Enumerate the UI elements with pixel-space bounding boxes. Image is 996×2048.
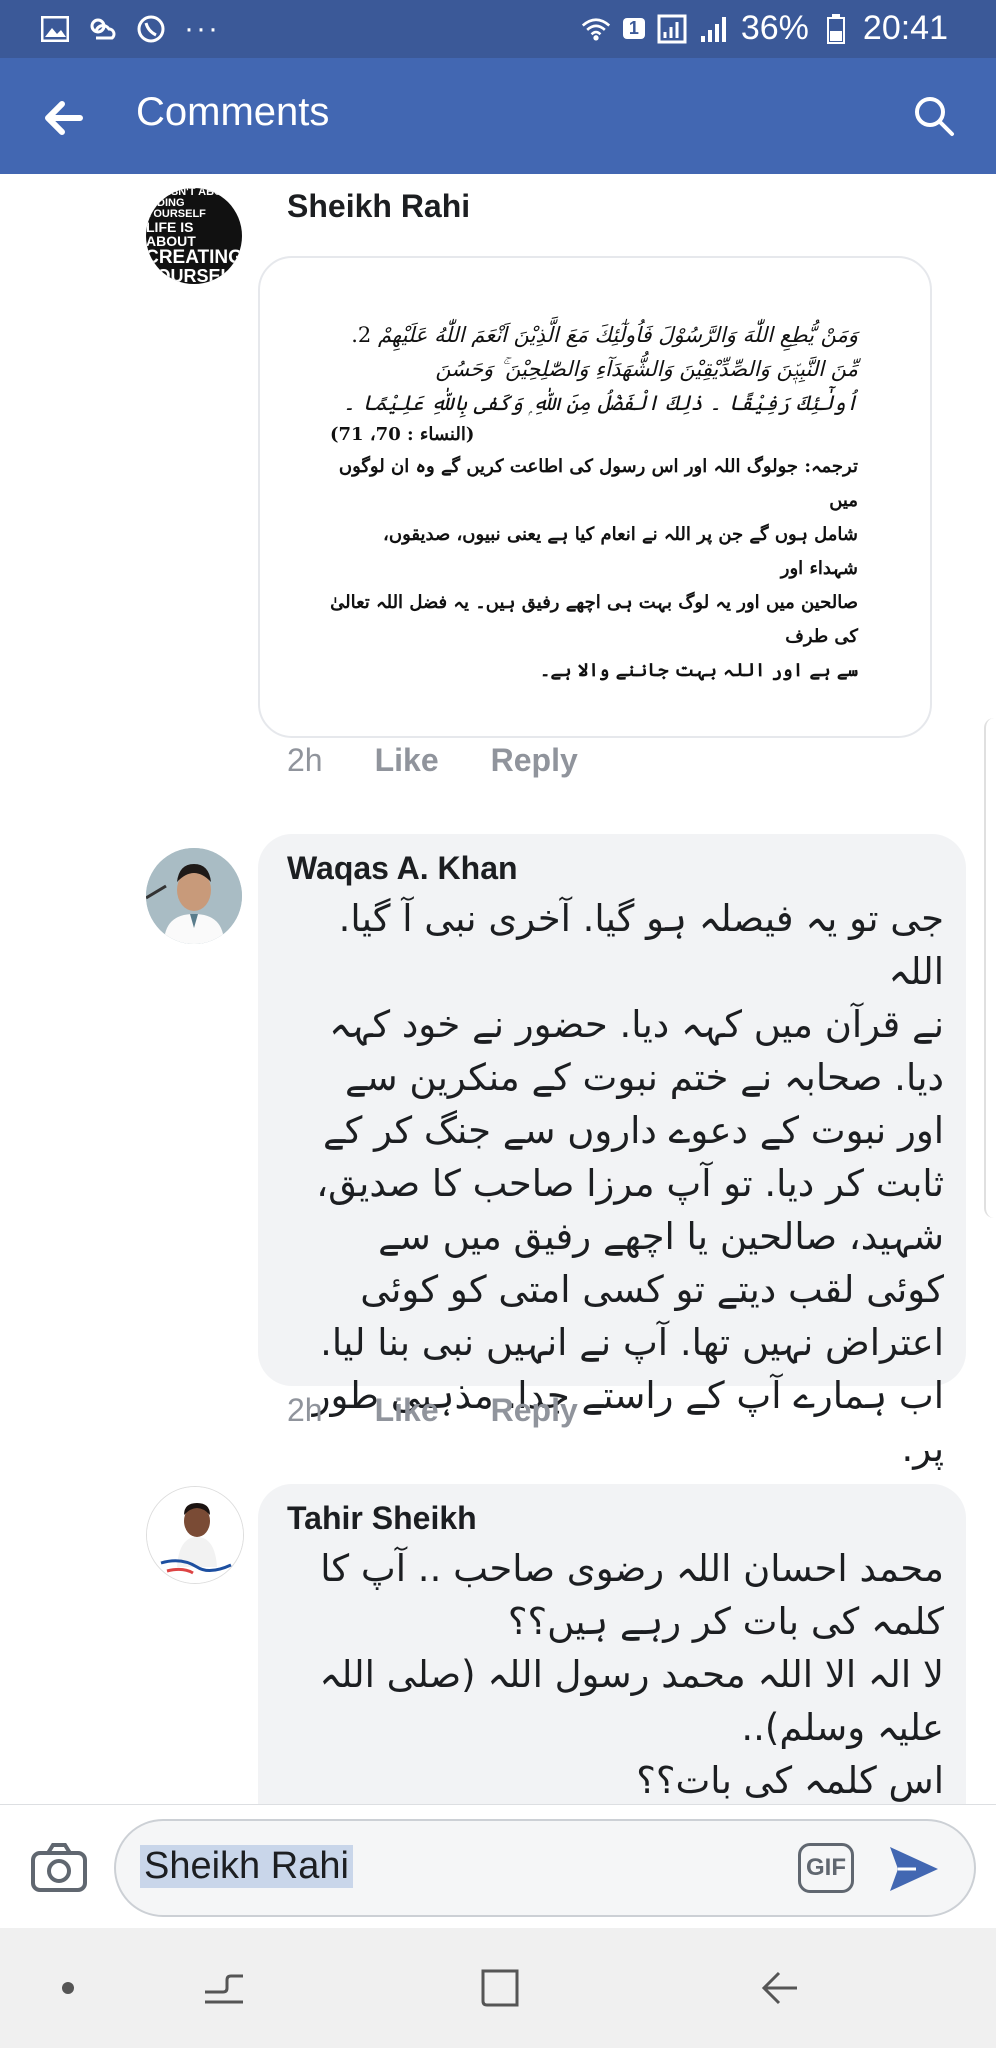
comment-image[interactable]: وَمَنْ يُّطِعِ اللّٰهَ وَالرَّسُوْلَ فَا… <box>258 256 932 738</box>
comment-line: اعتراض نہیں تھا. آپ نے انہیں نبی بنا لیا… <box>320 1321 944 1364</box>
urdu-translation-line: شامل ہوں گے جن پر اللہ نے انعام کیا ہے ی… <box>383 524 858 579</box>
comment-line: محمد احسان اللہ رضوی صاحب .. آپ کا <box>320 1547 944 1590</box>
home-icon <box>481 1969 519 2007</box>
signal-box-icon <box>657 14 687 44</box>
comment-line: دیا. صحابہ نے ختم نبوت کے منکرین سے <box>344 1056 944 1099</box>
comment-text: محمد احسان اللہ رضوی صاحب .. آپ کا کلمہ … <box>258 1542 966 1804</box>
comment-actions: 2h Like Reply <box>287 1392 578 1429</box>
reply-button[interactable]: Reply <box>491 1392 578 1429</box>
user-photo-icon <box>146 848 242 944</box>
gif-button[interactable]: GIF <box>798 1843 854 1893</box>
verse-reference: (النساء : 70، 71) <box>330 424 475 445</box>
call-notification-icon <box>136 14 166 44</box>
avatar-text: LIFE IS ABOUT <box>146 219 196 249</box>
user-photo-icon <box>147 1487 243 1583</box>
back-nav-button[interactable] <box>750 1958 810 2018</box>
comment-line: کوئی لقب دیتے تو کسی امتی کو کوئی <box>360 1268 944 1311</box>
urdu-translation-line: صالحین میں اور یہ لوگ بہت ہی اچھے رفیق ہ… <box>330 592 858 647</box>
arabic-line: اُولٰٓئِكَ رَفِيْقًا ۔ ذٰلِكَ الْفَضْلُ … <box>343 391 858 415</box>
avatar[interactable] <box>146 848 242 944</box>
battery-percent: 36% <box>740 9 809 47</box>
urdu-translation-line: ترجمہ: جولوگ اللہ اور اس رسول کی اطاعت ک… <box>338 456 858 511</box>
comment-author[interactable]: Tahir Sheikh <box>287 1500 477 1537</box>
back-nav-icon <box>761 1971 797 2005</box>
comment-author[interactable]: Waqas A. Khan <box>287 850 518 887</box>
scanned-text-image: وَمَنْ يُّطِعِ اللّٰهَ وَالرَّسُوْلَ فَا… <box>330 318 858 681</box>
comment-text: جی تو یہ فیصلہ ہو گیا. آخری نبی آ گیا. ا… <box>258 892 966 1475</box>
comment-line: شہید، صالحین یا اچھے رفیق میں سے <box>378 1215 944 1258</box>
verse-number: 2. <box>351 323 372 347</box>
clock: 20:41 <box>862 9 948 47</box>
nav-dot-button[interactable] <box>38 1958 98 2018</box>
avatar[interactable] <box>146 1486 244 1584</box>
comment-composer: Sheikh Rahi GIF <box>0 1804 996 1929</box>
arabic-line: مِّنَ النَّبِيّٖنَ وَالصِّدِّيْقِيْنَ وَ… <box>435 357 858 381</box>
comment-item: Tahir Sheikh محمد احسان اللہ رضوی صاحب .… <box>0 1484 996 1804</box>
send-icon <box>890 1847 938 1891</box>
avatar-text: CREATING <box>146 247 242 268</box>
home-button[interactable] <box>470 1958 530 2018</box>
comment-line: علیہ وسلم).. <box>741 1706 944 1749</box>
reply-button[interactable]: Reply <box>491 742 578 779</box>
urdu-translation-line: سے ہے اور اللہ بہت جاننے والا ہے۔ <box>539 660 858 681</box>
recent-apps-icon <box>205 1974 243 2004</box>
comment-time: 2h <box>287 742 323 778</box>
scrollbar[interactable] <box>984 718 996 1218</box>
dot-icon <box>62 1982 74 1994</box>
like-button[interactable]: Like <box>375 1392 439 1429</box>
app-bar: Comments <box>0 58 996 174</box>
search-icon <box>915 97 954 136</box>
camera-button[interactable] <box>30 1841 88 1893</box>
comment-actions: 2h Like Reply <box>287 742 578 779</box>
search-button[interactable] <box>910 92 958 140</box>
recent-apps-button[interactable] <box>194 1958 254 2018</box>
comment-line: ثابت کر دیا. تو آپ مرزا صاحب کا صدیق، <box>316 1162 944 1205</box>
comments-list[interactable]: E ISN'T ABOU INDING YOURSELF LIFE IS ABO… <box>0 174 996 1804</box>
comment-bubble[interactable]: Waqas A. Khan جی تو یہ فیصلہ ہو گیا. آخر… <box>258 834 966 1470</box>
avatar-text: INDING YOURSELF <box>146 197 206 220</box>
send-button[interactable] <box>886 1841 942 1897</box>
comment-line: اس کلمہ کی بات؟؟ <box>636 1759 944 1802</box>
sim-badge: 1 <box>622 18 645 39</box>
comment-line: جی تو یہ فیصلہ ہو گیا. آخری نبی آ گیا. ا… <box>338 897 944 993</box>
status-bar: ··· 1 36% 20:41 <box>0 0 996 58</box>
comment-input-value[interactable]: Sheikh Rahi <box>140 1845 353 1888</box>
avatar-text: OURSEL <box>156 266 232 284</box>
comment-author[interactable]: Sheikh Rahi <box>287 188 470 225</box>
comment-bubble[interactable]: Tahir Sheikh محمد احسان اللہ رضوی صاحب .… <box>258 1484 966 1804</box>
wifi-icon <box>581 14 611 44</box>
avatar[interactable]: E ISN'T ABOU INDING YOURSELF LIFE IS ABO… <box>146 188 242 284</box>
comment-line: نے قرآن میں کہہ دیا. حضور نے خود کہہ <box>329 1003 944 1046</box>
comment-line: اور نبوت کے دعوے داروں سے جنگ کر کے <box>323 1109 944 1152</box>
comment-line: کلمہ کی بات کر رہے ہیں؟؟ <box>507 1600 944 1643</box>
battery-icon <box>821 13 851 44</box>
arabic-line: وَمَنْ يُّطِعِ اللّٰهَ وَالرَّسُوْلَ فَا… <box>330 318 858 352</box>
weather-notification-icon <box>88 14 118 44</box>
like-button[interactable]: Like <box>375 742 439 779</box>
comment-time: 2h <box>287 1392 323 1428</box>
comment-input[interactable]: Sheikh Rahi GIF <box>114 1819 976 1917</box>
camera-icon <box>31 1843 87 1892</box>
back-arrow-icon <box>45 101 83 135</box>
back-button[interactable] <box>40 94 88 142</box>
arabic-text: وَمَنْ يُّطِعِ اللّٰهَ وَالرَّسُوْلَ فَا… <box>377 323 858 347</box>
gallery-notification-icon <box>40 14 70 44</box>
comment-item: E ISN'T ABOU INDING YOURSELF LIFE IS ABO… <box>0 174 996 804</box>
comment-line: لا الہ الا اللہ محمد رسول اللہ (صلی اللہ <box>319 1653 944 1696</box>
more-notifications-icon: ··· <box>184 12 220 45</box>
signal-strength-icon <box>699 14 729 44</box>
page-title: Comments <box>136 90 330 134</box>
system-nav-bar <box>0 1928 996 2048</box>
